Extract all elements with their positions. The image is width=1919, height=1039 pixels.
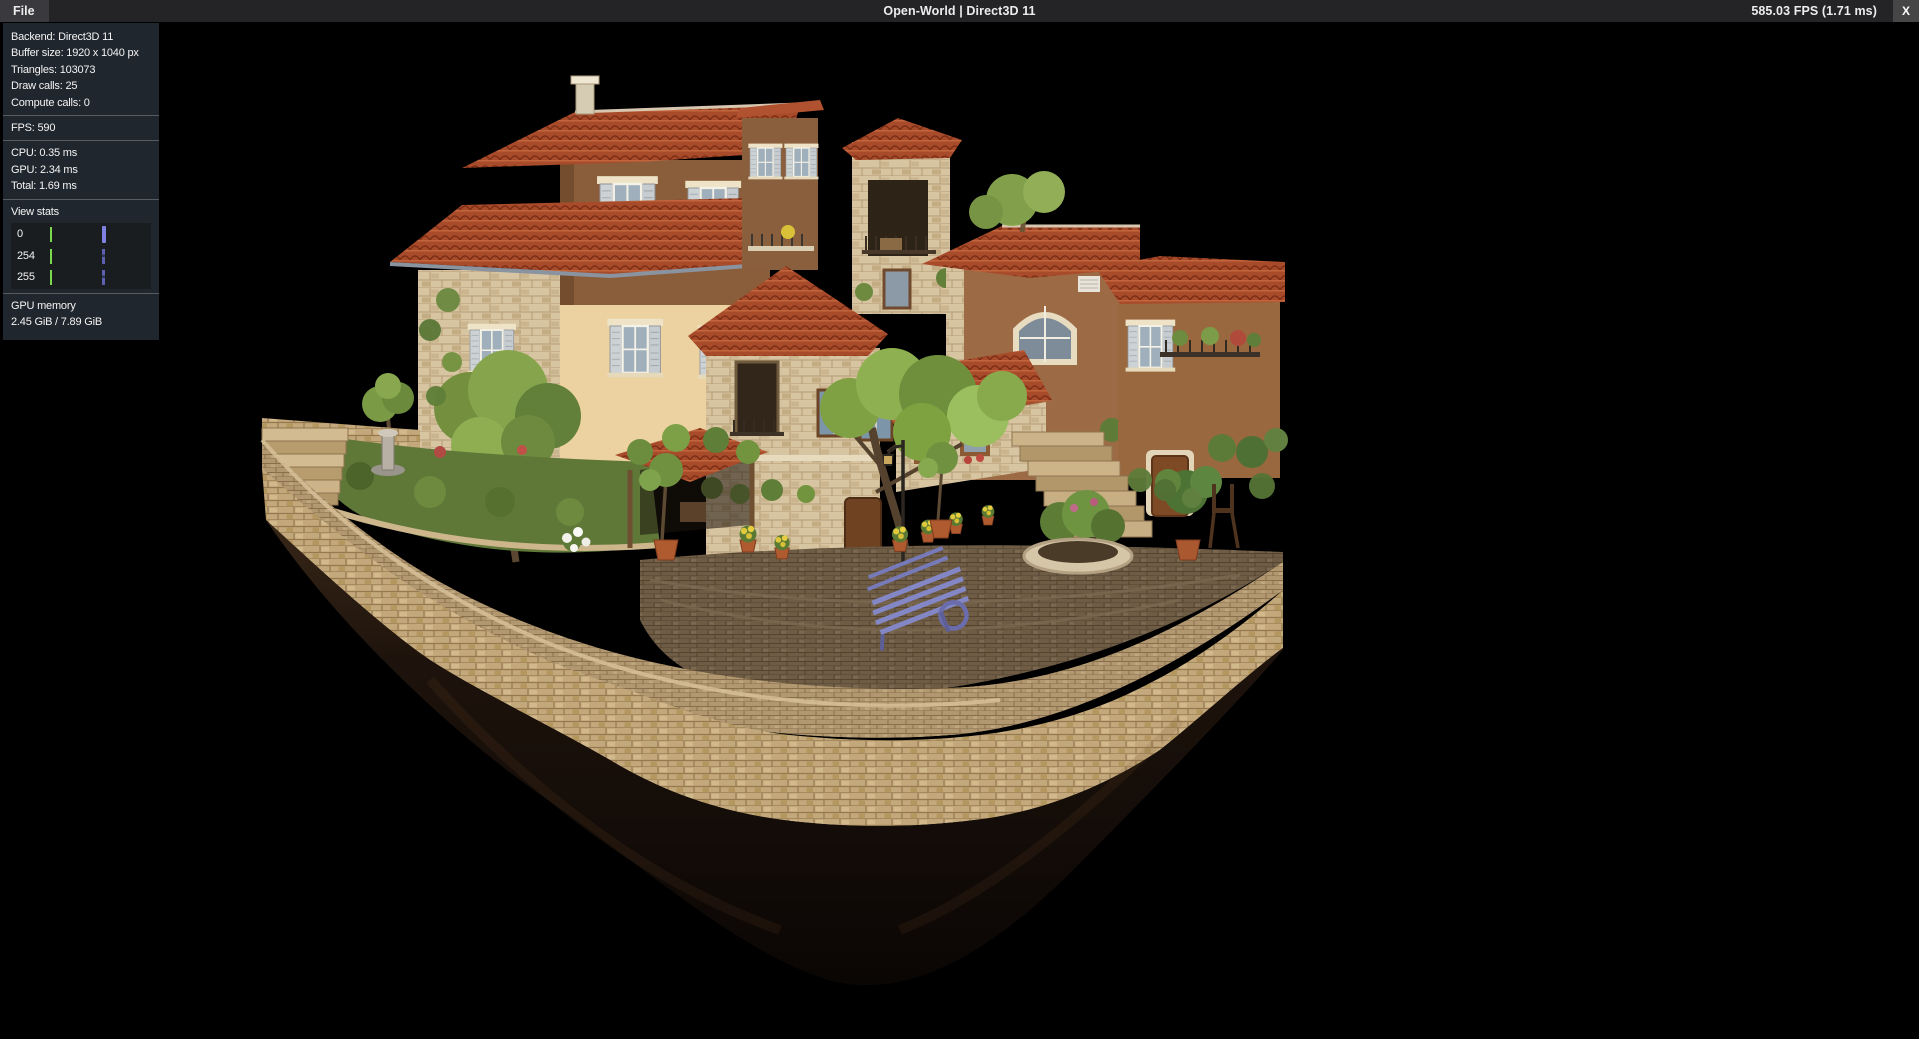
- separator: [3, 199, 159, 200]
- view-stats-row-label: 0: [11, 226, 23, 242]
- fps-readout: 585.03 FPS (1.71 ms): [1751, 4, 1893, 18]
- stat-buffer-size: Buffer size: 1920 x 1040 px: [3, 45, 159, 61]
- viewport-3d-scene[interactable]: [0, 22, 1919, 1039]
- stat-compute-calls: Compute calls: 0: [3, 95, 159, 111]
- gpu-memory-value: 2.45 GiB / 7.89 GiB: [3, 314, 159, 330]
- tree-back-right: [969, 171, 1065, 232]
- window-title: Open-World | Direct3D 11: [0, 4, 1919, 18]
- gpu-memory-label: GPU memory: [3, 298, 159, 314]
- stat-cpu-time: CPU: 0.35 ms: [3, 145, 159, 161]
- view-stats-row: 254: [11, 247, 151, 266]
- green-sample-marker: [50, 227, 52, 242]
- stat-draw-calls: Draw calls: 25: [3, 78, 159, 94]
- blue-sample-marker: [102, 249, 105, 264]
- blue-sample-marker: [102, 226, 106, 243]
- balcony-flowers: [781, 225, 795, 239]
- view-stats-label: View stats: [3, 204, 159, 220]
- stat-fps: FPS: 590: [3, 120, 159, 136]
- view-stats-row: 255: [11, 268, 151, 287]
- stat-gpu-time: GPU: 2.34 ms: [3, 162, 159, 178]
- close-button[interactable]: X: [1893, 0, 1919, 22]
- cafe-table: [680, 502, 706, 522]
- view-stats-row-label: 254: [11, 248, 35, 264]
- view-stats-row: 0: [11, 225, 151, 244]
- view-stats-chart: 0 254 255: [11, 223, 151, 289]
- village-diorama: [0, 22, 1919, 1039]
- balcony-table: [880, 238, 902, 250]
- separator: [3, 115, 159, 116]
- stat-backend: Backend: Direct3D 11: [3, 29, 159, 45]
- application-window: File Open-World | Direct3D 11 585.03 FPS…: [0, 0, 1919, 1039]
- house-back-annex: [736, 100, 824, 270]
- separator: [3, 140, 159, 141]
- menu-file[interactable]: File: [0, 0, 49, 22]
- green-sample-marker: [50, 270, 52, 285]
- blue-sample-marker: [102, 270, 105, 285]
- stat-total-time: Total: 1.69 ms: [3, 178, 159, 194]
- stat-triangles: Triangles: 103073: [3, 62, 159, 78]
- chimney: [571, 76, 599, 84]
- menu-bar: File Open-World | Direct3D 11 585.03 FPS…: [0, 0, 1919, 22]
- house-left-mid-roof: [390, 198, 775, 274]
- green-sample-marker: [50, 249, 52, 264]
- stone-tower: [842, 118, 962, 314]
- view-stats-row-label: 255: [11, 269, 35, 285]
- stats-overlay-panel: Backend: Direct3D 11 Buffer size: 1920 x…: [3, 23, 159, 340]
- separator: [3, 293, 159, 294]
